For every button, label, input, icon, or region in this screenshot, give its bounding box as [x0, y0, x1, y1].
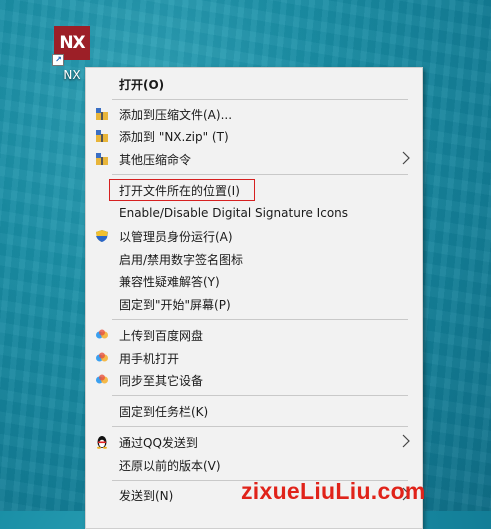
menu-item-label: 同步至其它设备	[119, 373, 204, 388]
menu-item-troubleshoot[interactable]: 兼容性疑难解答(Y)	[86, 270, 422, 292]
winrar-icon	[96, 108, 108, 120]
chevron-right-icon	[402, 434, 410, 448]
menu-item-open-phone[interactable]: 用手机打开	[86, 347, 422, 369]
baidu-netdisk-icon	[96, 329, 108, 339]
menu-item-signature-icons-cn[interactable]: 启用/禁用数字签名图标	[86, 248, 422, 270]
menu-separator	[112, 99, 408, 100]
menu-item-add-archive[interactable]: 添加到压缩文件(A)...	[86, 103, 422, 125]
uac-shield-icon	[96, 230, 108, 242]
menu-item-label: 发送到(N)	[119, 488, 174, 503]
menu-item-label: 固定到任务栏(K)	[119, 404, 209, 419]
context-menu: 打开(O) 添加到压缩文件(A)... 添加到 "NX.zip" (T) 其他压…	[85, 67, 423, 529]
menu-item-label: 以管理员身份运行(A)	[119, 229, 233, 244]
menu-item-label: 固定到"开始"屏幕(P)	[119, 297, 231, 312]
baidu-netdisk-icon	[96, 374, 108, 384]
menu-item-open[interactable]: 打开(O)	[86, 73, 422, 95]
menu-separator	[112, 319, 408, 320]
menu-item-label: 通过QQ发送到	[119, 435, 198, 450]
menu-item-upload-baidu[interactable]: 上传到百度网盘	[86, 324, 422, 346]
winrar-icon	[96, 130, 108, 142]
menu-item-pin-taskbar[interactable]: 固定到任务栏(K)	[86, 400, 422, 422]
baidu-netdisk-icon	[96, 352, 108, 362]
shortcut-arrow-icon: ↗	[52, 54, 64, 66]
menu-item-label: 打开(O)	[119, 77, 165, 92]
menu-item-label: 添加到 "NX.zip" (T)	[119, 129, 229, 144]
menu-item-run-as-admin[interactable]: 以管理员身份运行(A)	[86, 225, 422, 247]
highlight-annotation-box	[109, 179, 255, 201]
menu-item-pin-start[interactable]: 固定到"开始"屏幕(P)	[86, 293, 422, 315]
menu-item-add-zip[interactable]: 添加到 "NX.zip" (T)	[86, 125, 422, 147]
winrar-icon	[96, 153, 108, 165]
menu-item-label: 启用/禁用数字签名图标	[119, 252, 244, 267]
nx-shortcut-icon: NX ↗	[52, 26, 90, 66]
menu-item-sync-device[interactable]: 同步至其它设备	[86, 369, 422, 391]
chevron-right-icon	[402, 151, 410, 165]
menu-item-label: 还原以前的版本(V)	[119, 458, 221, 473]
menu-item-label: 兼容性疑难解答(Y)	[119, 274, 220, 289]
menu-item-label: 上传到百度网盘	[119, 328, 204, 343]
qq-penguin-icon	[97, 436, 107, 449]
menu-item-label: 用手机打开	[119, 351, 180, 366]
nx-tile-text: NX	[59, 33, 85, 53]
menu-item-label: Enable/Disable Digital Signature Icons	[119, 206, 349, 220]
menu-separator	[112, 174, 408, 175]
menu-separator	[112, 426, 408, 427]
menu-item-signature-icons-en[interactable]: Enable/Disable Digital Signature Icons	[86, 202, 422, 224]
menu-separator	[112, 395, 408, 396]
watermark-text: zixueLiuLiu.com	[241, 478, 426, 504]
menu-item-send-qq[interactable]: 通过QQ发送到	[86, 431, 422, 453]
menu-item-label: 添加到压缩文件(A)...	[119, 107, 233, 122]
menu-item-other-compress[interactable]: 其他压缩命令	[86, 148, 422, 170]
menu-item-restore-version[interactable]: 还原以前的版本(V)	[86, 454, 422, 476]
menu-item-label: 其他压缩命令	[119, 152, 192, 167]
